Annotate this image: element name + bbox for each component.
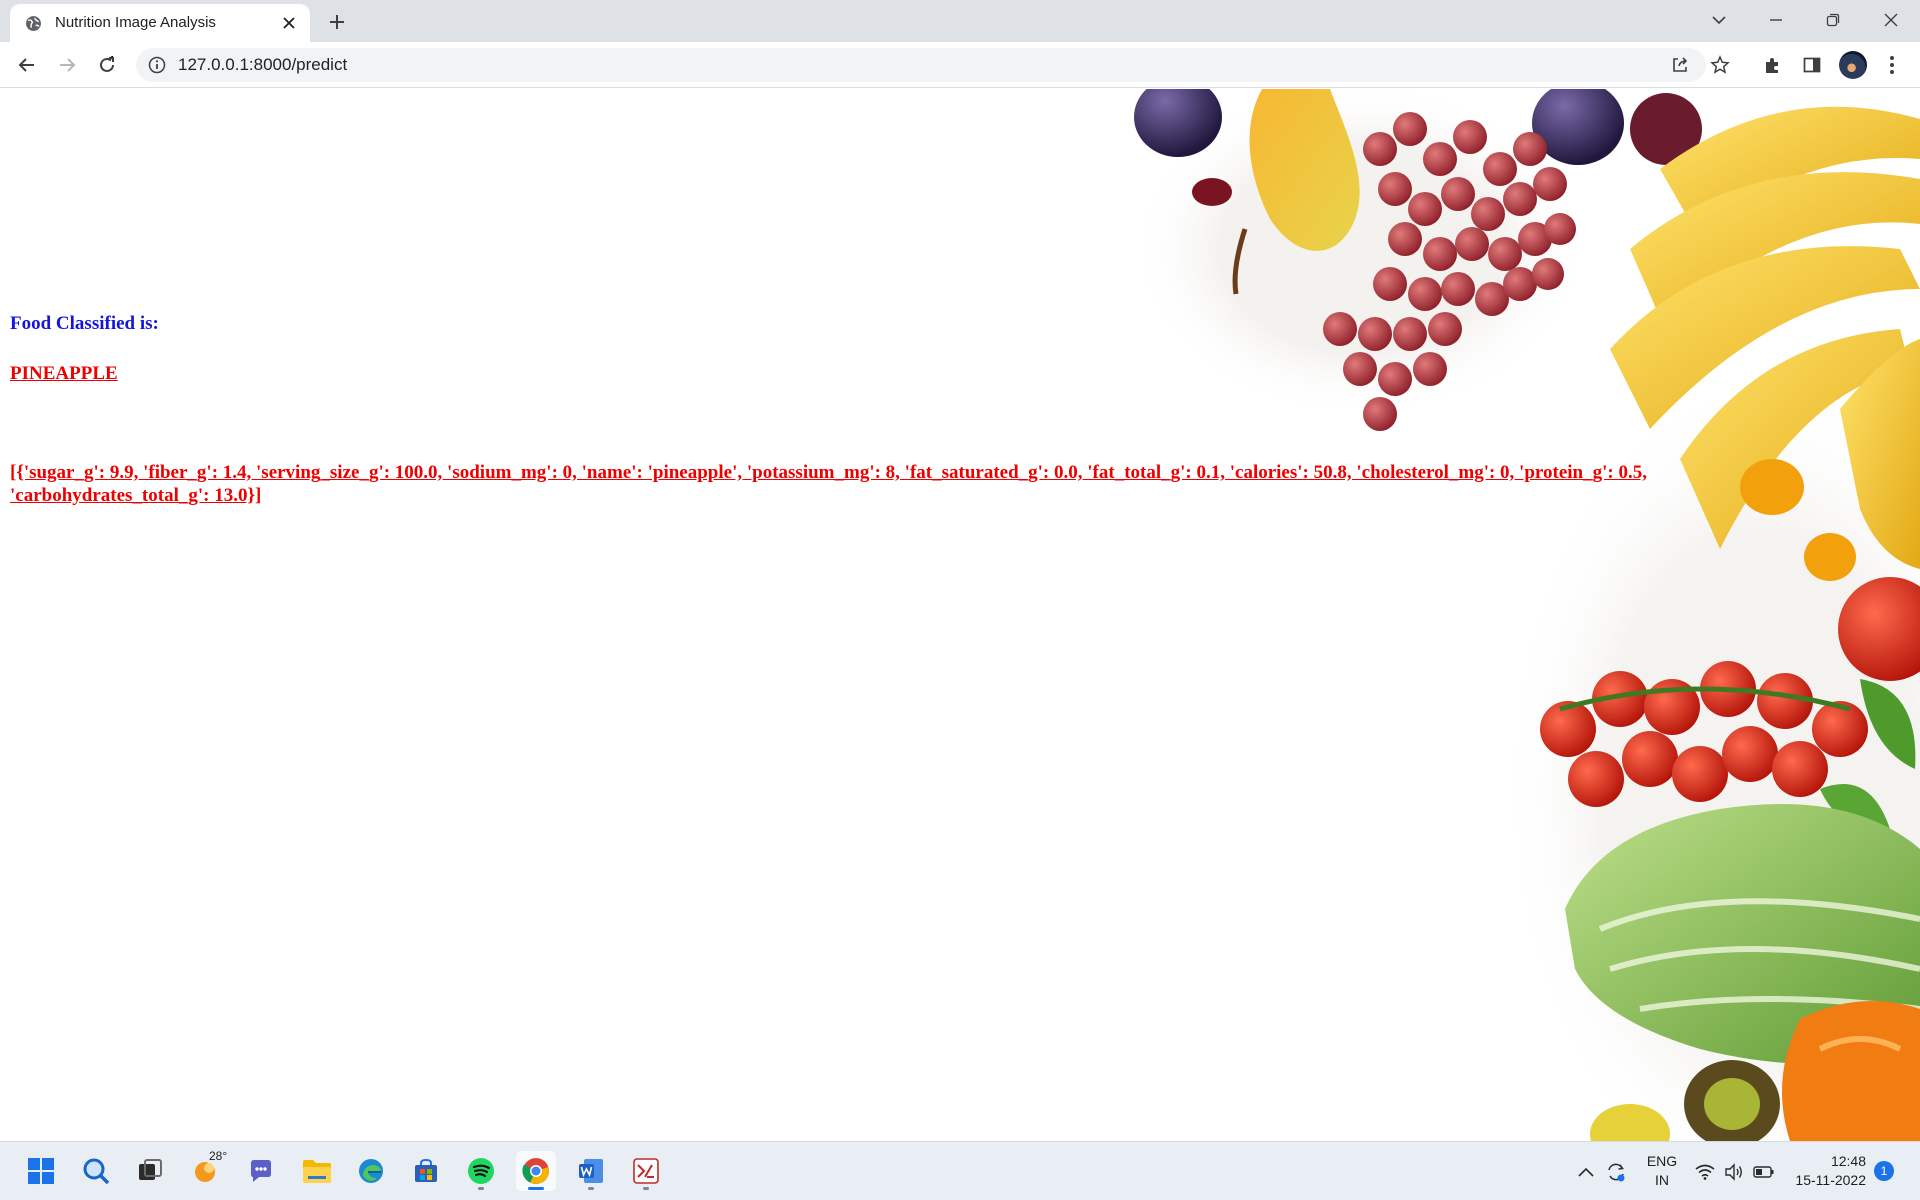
language-region: IN [1655,1172,1669,1188]
browser-tab[interactable]: Nutrition Image Analysis [10,4,310,42]
task-view-icon[interactable] [130,1151,170,1191]
teams-chat-icon[interactable] [241,1151,281,1191]
word-icon[interactable] [571,1151,611,1191]
clock-date: 15-11-2022 [1795,1172,1866,1188]
site-info-icon[interactable] [148,56,166,74]
fruit-vegetable-background-image [1130,89,1920,1141]
tab-search-chevron-icon[interactable] [1705,6,1733,34]
spotify-icon[interactable] [461,1151,501,1191]
forward-icon[interactable] [53,51,81,79]
file-explorer-icon[interactable] [297,1151,337,1191]
extensions-icon[interactable] [1761,53,1785,77]
url-text[interactable]: 127.0.0.1:8000/predict [178,55,347,75]
sync-icon[interactable] [1605,1161,1627,1183]
chrome-icon[interactable] [516,1151,556,1191]
page-content: Food Classified is: PINEAPPLE [{'sugar_g… [0,89,1920,1141]
profile-avatar[interactable] [1839,51,1867,79]
classification-result: PINEAPPLE [10,363,118,384]
close-window-icon[interactable] [1877,6,1905,34]
notification-badge[interactable]: 1 [1874,1161,1894,1181]
running-indicator [643,1187,649,1190]
edge-icon[interactable] [351,1151,391,1191]
address-bar[interactable]: 127.0.0.1:8000/predict [136,48,1730,82]
active-indicator [528,1187,544,1190]
store-icon[interactable] [406,1151,446,1191]
menu-kebab-icon[interactable] [1880,53,1904,77]
side-panel-icon[interactable] [1800,53,1824,77]
nutrition-data-text: [{'sugar_g': 9.9, 'fiber_g': 1.4, 'servi… [10,462,1647,506]
restore-icon[interactable] [1819,6,1847,34]
back-icon[interactable] [13,51,41,79]
volume-icon[interactable] [1723,1161,1745,1183]
search-icon[interactable] [76,1151,116,1191]
language-code: ENG [1646,1153,1678,1169]
classification-heading: Food Classified is: [10,313,159,334]
clock-time: 12:48 [1830,1153,1866,1169]
running-indicator [478,1187,484,1190]
start-icon[interactable] [21,1151,61,1191]
weather-icon[interactable]: 28° [186,1149,229,1191]
weather-temperature: 28° [208,1149,229,1163]
browser-toolbar: 127.0.0.1:8000/predict [0,42,1920,88]
wifi-icon[interactable] [1694,1161,1716,1183]
tab-title: Nutrition Image Analysis [55,14,216,31]
language-indicator[interactable]: ENG IN [1644,1152,1680,1190]
app-icon[interactable] [626,1151,666,1191]
globe-icon [26,16,41,31]
new-tab-icon[interactable] [325,10,349,34]
windows-taskbar: 28° ENG IN 12:48 15-11-2022 [0,1141,1920,1200]
clock[interactable]: 12:48 15-11-2022 [1790,1152,1866,1190]
minimize-icon[interactable] [1762,6,1790,34]
reload-icon[interactable] [93,51,121,79]
tab-strip: Nutrition Image Analysis [0,0,1920,42]
battery-icon[interactable] [1753,1161,1775,1183]
share-icon[interactable] [1670,55,1690,75]
close-tab-icon[interactable] [280,14,298,32]
bookmark-star-icon[interactable] [1710,55,1730,75]
show-hidden-icons-chevron-icon[interactable] [1575,1161,1597,1183]
running-indicator [588,1187,594,1190]
